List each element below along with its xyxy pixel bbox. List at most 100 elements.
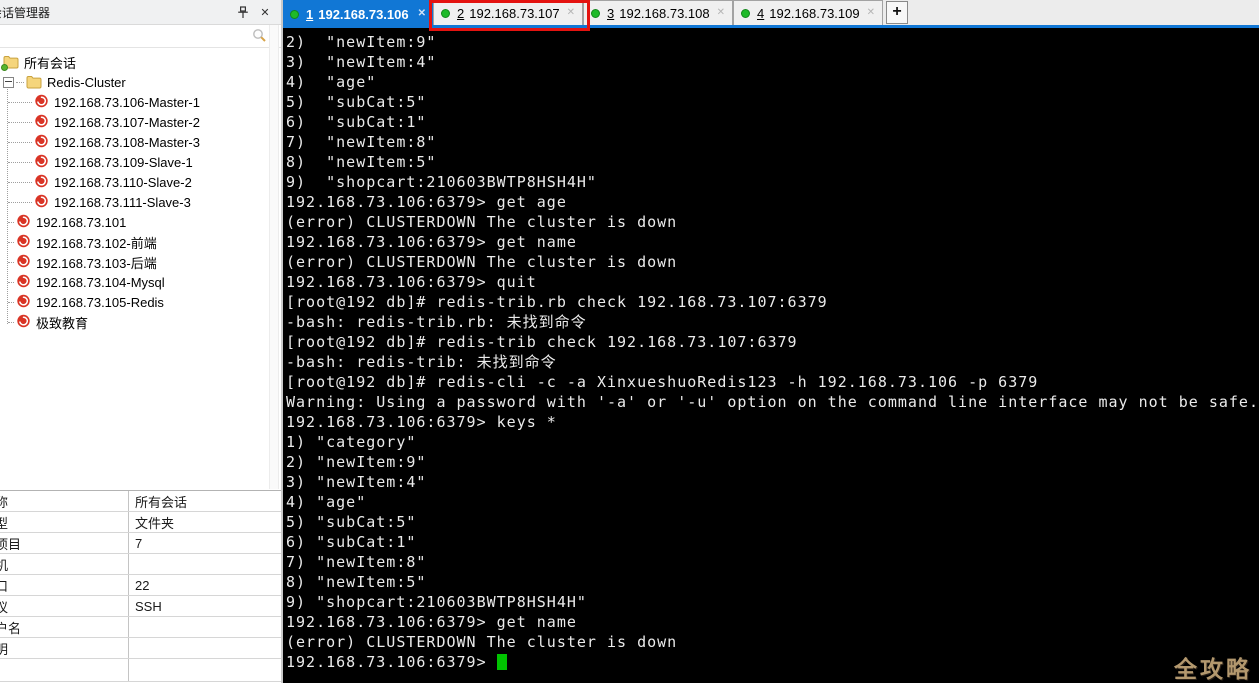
redis-session-icon: [34, 153, 49, 171]
terminal-screen[interactable]: 2) "newItem:9"3) "newItem:4"4) "age"5) "…: [283, 28, 1259, 683]
tab-4-192-168-73-109[interactable]: 4 192.168.73.109 ✕: [733, 0, 883, 25]
redis-session-icon: [16, 293, 31, 311]
tab-close-icon[interactable]: ✕: [867, 8, 875, 18]
collapse-expander-icon[interactable]: [3, 77, 14, 88]
property-row-empty: [0, 659, 281, 682]
terminal-line: -bash: redis-trib.rb: 未找到命令: [286, 312, 1259, 332]
tree-item-103-backend[interactable]: 192.168.73.103-后端: [0, 252, 281, 272]
terminal-line: 3) "newItem:4": [286, 472, 1259, 492]
property-label: 端口: [0, 575, 129, 595]
redis-session-icon: [16, 313, 31, 331]
terminal-line: -bash: redis-trib: 未找到命令: [286, 352, 1259, 372]
terminal-cursor: [497, 654, 507, 670]
tab-1-192-168-73-106[interactable]: 1 192.168.73.106 ✕: [283, 0, 433, 28]
redis-session-icon: [16, 233, 31, 251]
property-label: 主机: [0, 554, 129, 574]
tree-item-108-master-3[interactable]: 192.168.73.108-Master-3: [0, 132, 281, 152]
tree-item-all-sessions[interactable]: 所有会话: [0, 52, 281, 72]
panel-close-icon[interactable]: ✕: [257, 4, 273, 20]
xshell-window: 会话管理器 ✕: [0, 0, 1259, 683]
search-icon[interactable]: [252, 28, 267, 48]
tab-close-icon[interactable]: ✕: [418, 9, 426, 19]
property-label: 类型: [0, 512, 129, 532]
redis-session-icon: [16, 253, 31, 271]
terminal-line: 4) "age": [286, 72, 1259, 92]
tree-item-102-frontend[interactable]: 192.168.73.102-前端: [0, 232, 281, 252]
terminal-line: [root@192 db]# redis-cli -c -a Xinxueshu…: [286, 372, 1259, 392]
property-label: 用户名: [0, 617, 129, 637]
tree-scrollbar[interactable]: [269, 25, 279, 489]
property-row: 协议 SSH: [0, 596, 281, 617]
connected-dot-icon: [591, 9, 600, 18]
terminal-line: 1) "category": [286, 432, 1259, 452]
property-row: 类型 文件夹: [0, 512, 281, 533]
property-row: 端口 22: [0, 575, 281, 596]
properties-panel: 名称 所有会话 类型 文件夹 子项目 7 主机 端口 22 协议 SSH: [0, 490, 281, 683]
redis-session-icon: [16, 213, 31, 231]
redis-session-icon: [34, 133, 49, 151]
terminal-line: 192.168.73.106:6379> keys *: [286, 412, 1259, 432]
tree-item-111-slave-3[interactable]: 192.168.73.111-Slave-3: [0, 192, 281, 212]
redis-session-icon: [34, 193, 49, 211]
terminal-line: 5) "subCat:5": [286, 92, 1259, 112]
property-row: 子项目 7: [0, 533, 281, 554]
annotation-highlight-box: [429, 0, 590, 31]
session-tree: 所有会话 Redis-Cluster 192.168.73.106-Master…: [0, 48, 281, 490]
tree-item-jizhi-education[interactable]: 极致教育: [0, 312, 281, 332]
terminal-line: 7) "newItem:8": [286, 552, 1259, 572]
terminal-line: 6) "subCat:1": [286, 532, 1259, 552]
property-value: [129, 617, 281, 637]
terminal-line: 192.168.73.106:6379> get name: [286, 612, 1259, 632]
redis-session-icon: [16, 273, 31, 291]
terminal-line: 8) "newItem:5": [286, 572, 1259, 592]
terminal-line: 5) "subCat:5": [286, 512, 1259, 532]
tree-item-107-master-2[interactable]: 192.168.73.107-Master-2: [0, 112, 281, 132]
tab-bar: 1 192.168.73.106 ✕ 2 192.168.73.107 ✕ 3 …: [283, 0, 1259, 28]
tree-item-104-mysql[interactable]: 192.168.73.104-Mysql: [0, 272, 281, 292]
property-row: 名称 所有会话: [0, 491, 281, 512]
tree-item-106-master-1[interactable]: 192.168.73.106-Master-1: [0, 92, 281, 112]
tab-3-192-168-73-108[interactable]: 3 192.168.73.108 ✕: [583, 0, 733, 25]
tree-item-redis-cluster[interactable]: Redis-Cluster: [0, 72, 281, 92]
terminal-line: 192.168.73.106:6379> get name: [286, 232, 1259, 252]
terminal-line: (error) CLUSTERDOWN The cluster is down: [286, 632, 1259, 652]
property-label: 名称: [0, 491, 129, 511]
tree-item-109-slave-1[interactable]: 192.168.73.109-Slave-1: [0, 152, 281, 172]
terminal-line: 192.168.73.106:6379> quit: [286, 272, 1259, 292]
property-value: [129, 638, 281, 658]
terminal-line: 8) "newItem:5": [286, 152, 1259, 172]
terminal-line: (error) CLUSTERDOWN The cluster is down: [286, 212, 1259, 232]
property-row: 用户名: [0, 617, 281, 638]
tree-item-101[interactable]: 192.168.73.101: [0, 212, 281, 232]
terminal-line: Warning: Using a password with '-a' or '…: [286, 392, 1259, 412]
terminal-line: 9) "shopcart:210603BWTP8HSH4H": [286, 172, 1259, 192]
terminal-line: [root@192 db]# redis-trib.rb check 192.1…: [286, 292, 1259, 312]
terminal-line: 2) "newItem:9": [286, 452, 1259, 472]
tree-item-110-slave-2[interactable]: 192.168.73.110-Slave-2: [0, 172, 281, 192]
property-label: 子项目: [0, 533, 129, 553]
property-row: 主机: [0, 554, 281, 575]
tree-guide-line: [7, 84, 8, 324]
property-value: 所有会话: [129, 491, 281, 511]
terminal-line: (error) CLUSTERDOWN The cluster is down: [286, 252, 1259, 272]
property-label: 协议: [0, 596, 129, 616]
terminal-prompt-line: 192.168.73.106:6379>: [286, 652, 1259, 672]
redis-session-icon: [34, 113, 49, 131]
tab-close-icon[interactable]: ✕: [717, 8, 725, 18]
folder-icon: [26, 75, 42, 89]
root-badge-icon: [1, 64, 8, 71]
property-value: 7: [129, 533, 281, 553]
terminal-line: 7) "newItem:8": [286, 132, 1259, 152]
property-value: 22: [129, 575, 281, 595]
new-tab-button[interactable]: +: [886, 1, 908, 24]
terminal-line: 9) "shopcart:210603BWTP8HSH4H": [286, 592, 1259, 612]
redis-session-icon: [34, 173, 49, 191]
terminal-line: 2) "newItem:9": [286, 32, 1259, 52]
pin-icon[interactable]: [235, 4, 251, 20]
panel-header: 会话管理器 ✕: [0, 0, 281, 25]
watermark: 全攻略: [1174, 659, 1252, 679]
terminal-line: 4) "age": [286, 492, 1259, 512]
terminal-line: 6) "subCat:1": [286, 112, 1259, 132]
session-search-bar[interactable]: [0, 25, 281, 48]
tree-item-105-redis[interactable]: 192.168.73.105-Redis: [0, 292, 281, 312]
